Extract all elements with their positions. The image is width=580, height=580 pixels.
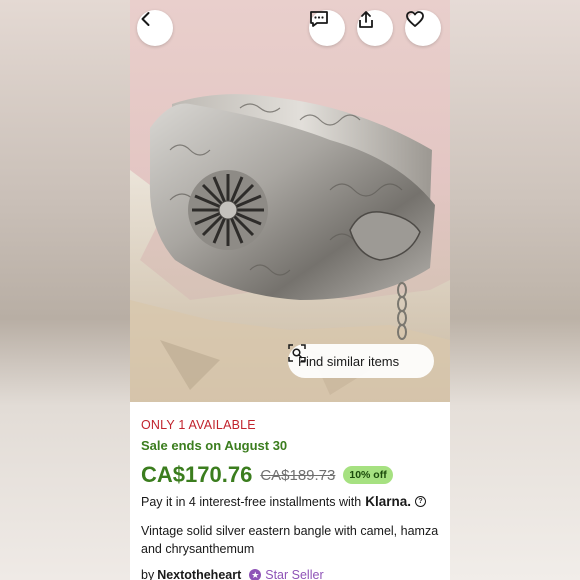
seller-row[interactable]: by Nextotheheart ★ Star Seller [141, 568, 441, 580]
installments-text: Pay it in 4 interest-free installments w… [141, 494, 362, 509]
blurred-backdrop-left [0, 0, 130, 580]
installments-row[interactable]: Pay it in 4 interest-free installments w… [141, 494, 441, 509]
listing-info: ONLY 1 AVAILABLE Sale ends on August 30 … [141, 418, 441, 580]
price-row: CA$170.76 CA$189.73 10% off [141, 460, 441, 490]
favorite-button[interactable] [405, 10, 441, 46]
product-photo[interactable]: Find similar items [130, 0, 450, 402]
find-similar-button[interactable]: Find similar items [288, 344, 434, 378]
seller-prefix: by [141, 568, 155, 580]
listing-title: Vintage solid silver eastern bangle with… [141, 524, 439, 556]
star-seller-icon: ★ [249, 569, 262, 580]
listing-screen: Find similar items ONLY 1 AVAILABLE Sale… [130, 0, 450, 580]
message-seller-button[interactable] [309, 10, 345, 46]
chevron-left-icon [141, 12, 150, 26]
camera-search-icon [288, 344, 306, 362]
blurred-backdrop-right [450, 0, 580, 580]
find-similar-label: Find similar items [298, 353, 400, 369]
seller-name-link[interactable]: Nextotheheart [157, 568, 241, 580]
klarna-logo: Klarna. [365, 494, 412, 509]
discount-badge: 10% off [343, 466, 393, 484]
current-price: CA$170.76 [141, 462, 253, 487]
message-icon [310, 11, 328, 27]
star-seller-badge: Star Seller [265, 568, 324, 580]
info-icon[interactable]: ? [415, 496, 427, 507]
heart-icon [406, 11, 424, 27]
sale-text: Sale ends on August 30 [141, 438, 288, 453]
bangle-illustration [130, 94, 450, 402]
back-button[interactable] [137, 10, 173, 46]
availability-text: ONLY 1 AVAILABLE [141, 418, 256, 432]
share-button[interactable] [357, 10, 393, 46]
original-price: CA$189.73 [260, 466, 336, 484]
share-icon [359, 11, 373, 28]
